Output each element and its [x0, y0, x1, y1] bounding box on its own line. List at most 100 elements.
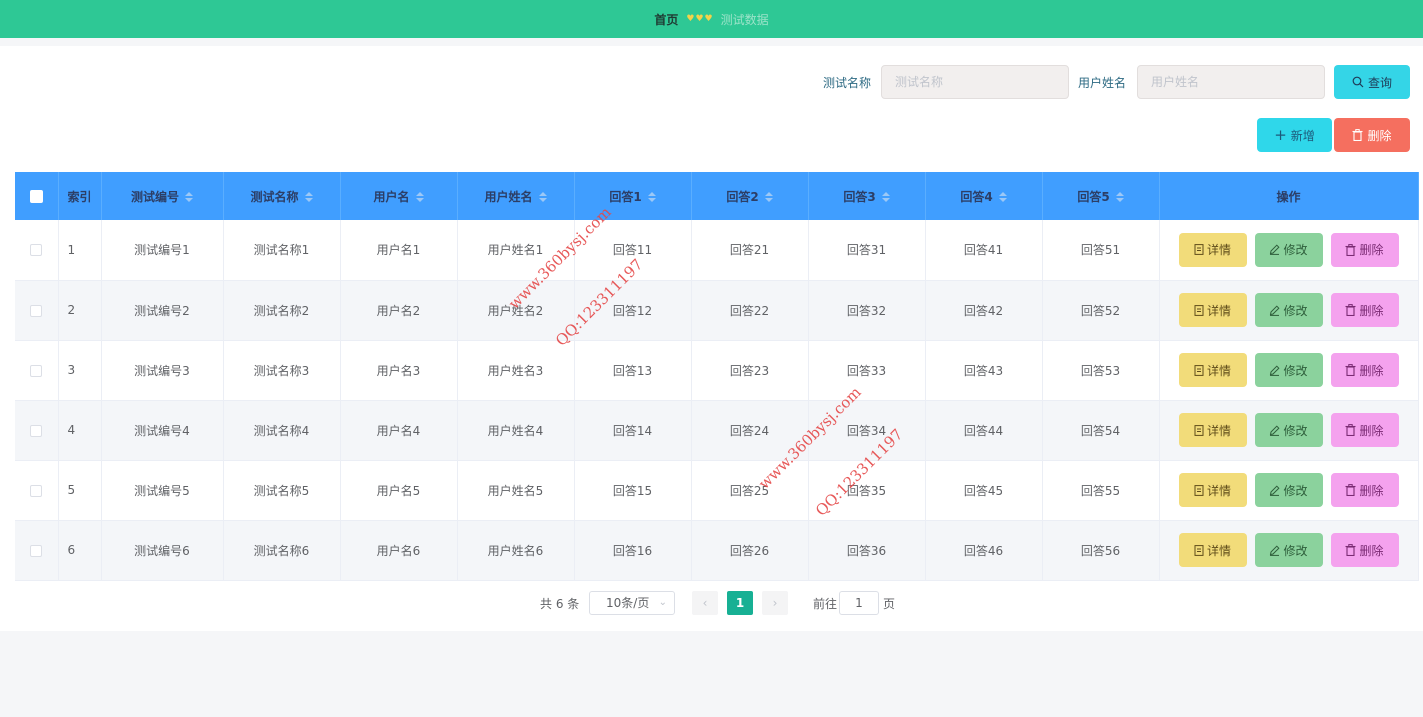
header-answer-1[interactable]: 回答1	[574, 172, 692, 220]
table-body: 1 测试编号1 测试名称1 用户名1 用户姓名1 回答11 回答21 回答31 回答41 回答51…	[15, 220, 1419, 581]
goto-page-input[interactable]	[839, 591, 879, 615]
edit-button-label: 修改	[1283, 483, 1308, 498]
edit-button[interactable]: 修改	[1254, 232, 1323, 267]
breadcrumb-home[interactable]: 首页	[654, 11, 678, 28]
sort-icon[interactable]	[1115, 192, 1124, 202]
delete-button[interactable]: 删除	[1330, 232, 1399, 267]
sort-icon[interactable]	[998, 192, 1007, 202]
cell-real-name: 用户姓名1	[457, 220, 575, 281]
trash-icon	[1345, 544, 1356, 556]
prev-page-button[interactable]: ‹	[692, 591, 718, 615]
next-page-button[interactable]: ›	[762, 591, 788, 615]
goto-label: 前往	[813, 597, 838, 611]
test-name-input[interactable]	[881, 65, 1069, 99]
delete-button[interactable]: 删除	[1330, 293, 1399, 327]
delete-button[interactable]: 删除	[1330, 353, 1399, 387]
delete-button[interactable]: 删除	[1330, 413, 1399, 447]
heart-icon: ♥	[686, 13, 695, 24]
sort-icon[interactable]	[647, 192, 656, 202]
detail-button[interactable]: 详情	[1178, 232, 1247, 267]
header-index: 索引	[58, 172, 102, 220]
edit-button[interactable]: 修改	[1254, 473, 1323, 507]
cell-a2: 回答25	[691, 460, 809, 521]
sort-icon[interactable]	[538, 192, 547, 202]
table-row: 3 测试编号3 测试名称3 用户名3 用户姓名3 回答13 回答23 回答33 回答43 回答53…	[15, 340, 1419, 401]
cell-a5: 回答54	[1042, 400, 1160, 461]
row-checkbox[interactable]	[30, 544, 43, 557]
query-button[interactable]: 查询	[1334, 65, 1410, 99]
table-row: 4 测试编号4 测试名称4 用户名4 用户姓名4 回答14 回答24 回答34 回答44 回答54…	[15, 400, 1419, 461]
cell-a4: 回答46	[925, 520, 1043, 581]
main-panel: 测试名称 用户姓名 查询 + 新增 删除 索引 测试编号 测试名称 用户名 用户…	[0, 46, 1423, 631]
row-actions: 详情 修改 删除	[1160, 353, 1418, 387]
add-button[interactable]: + 新增	[1257, 118, 1332, 152]
header-test-no[interactable]: 测试编号	[101, 172, 224, 220]
search-icon	[1352, 76, 1364, 88]
pencil-icon	[1270, 244, 1280, 256]
row-actions: 详情 修改 删除	[1160, 232, 1418, 267]
sort-icon[interactable]	[415, 192, 424, 202]
page-number-active[interactable]: 1	[727, 591, 753, 615]
sort-icon[interactable]	[185, 192, 193, 202]
cell-a2: 回答24	[691, 400, 809, 461]
cell-operations: 详情 修改 删除	[1159, 460, 1419, 521]
cell-operations: 详情 修改 删除	[1159, 220, 1419, 281]
batch-delete-button[interactable]: 删除	[1334, 118, 1410, 152]
cell-a2: 回答23	[691, 340, 809, 401]
sort-icon[interactable]	[764, 192, 773, 202]
document-icon	[1194, 484, 1204, 496]
edit-button[interactable]: 修改	[1254, 413, 1323, 447]
test-name-label: 测试名称	[823, 76, 872, 90]
select-all-checkbox[interactable]	[29, 190, 43, 203]
header-test-name[interactable]: 测试名称	[223, 172, 341, 220]
row-checkbox[interactable]	[30, 424, 43, 437]
cell-a4: 回答43	[925, 340, 1043, 401]
cell-index: 6	[58, 520, 102, 581]
pagination-total: 共 6 条	[540, 597, 580, 611]
delete-button[interactable]: 删除	[1330, 533, 1399, 567]
row-checkbox[interactable]	[30, 244, 43, 257]
user-name-input[interactable]	[1137, 65, 1325, 99]
detail-button[interactable]: 详情	[1178, 293, 1247, 327]
row-checkbox[interactable]	[30, 304, 43, 317]
cell-test-no: 测试编号6	[101, 520, 224, 581]
row-actions: 详情 修改 删除	[1160, 473, 1418, 507]
page-size-select[interactable]: 10条/页 ⌄	[589, 591, 675, 615]
cell-operations: 详情 修改 删除	[1159, 280, 1419, 341]
cell-a4: 回答45	[925, 460, 1043, 521]
edit-button[interactable]: 修改	[1254, 353, 1323, 387]
cell-index: 4	[58, 400, 102, 461]
cell-real-name: 用户姓名4	[457, 400, 575, 461]
detail-button-label: 详情	[1206, 363, 1231, 378]
select-all-cell	[15, 172, 59, 220]
row-select-cell	[15, 400, 59, 461]
cell-a4: 回答44	[925, 400, 1043, 461]
header-answer-3[interactable]: 回答3	[808, 172, 926, 220]
header-answer-5-label: 回答5	[1077, 189, 1110, 204]
row-checkbox[interactable]	[30, 364, 43, 377]
edit-button[interactable]: 修改	[1254, 293, 1323, 327]
document-icon	[1194, 424, 1204, 436]
detail-button[interactable]: 详情	[1178, 473, 1247, 507]
header-answer-5[interactable]: 回答5	[1042, 172, 1160, 220]
header-answer-4[interactable]: 回答4	[925, 172, 1043, 220]
cell-real-name: 用户姓名6	[457, 520, 575, 581]
cell-a1: 回答16	[574, 520, 692, 581]
sort-icon[interactable]	[304, 192, 313, 202]
edit-button-label: 修改	[1283, 543, 1308, 558]
header-answer-1-label: 回答1	[609, 189, 642, 204]
header-username[interactable]: 用户名	[340, 172, 458, 220]
cell-a1: 回答15	[574, 460, 692, 521]
cell-a2: 回答21	[691, 220, 809, 281]
edit-button[interactable]: 修改	[1254, 533, 1323, 567]
header-real-name[interactable]: 用户姓名	[457, 172, 575, 220]
row-checkbox[interactable]	[30, 484, 43, 497]
header-answer-2-label: 回答2	[726, 189, 759, 204]
detail-button[interactable]: 详情	[1178, 533, 1247, 567]
delete-button[interactable]: 删除	[1330, 473, 1399, 507]
sort-icon[interactable]	[881, 192, 890, 202]
detail-button[interactable]: 详情	[1178, 413, 1247, 447]
detail-button[interactable]: 详情	[1178, 353, 1247, 387]
header-answer-2[interactable]: 回答2	[691, 172, 809, 220]
table-header-row: 索引 测试编号 测试名称 用户名 用户姓名 回答1 回答2 回答3 回答4 回答…	[15, 172, 1419, 220]
